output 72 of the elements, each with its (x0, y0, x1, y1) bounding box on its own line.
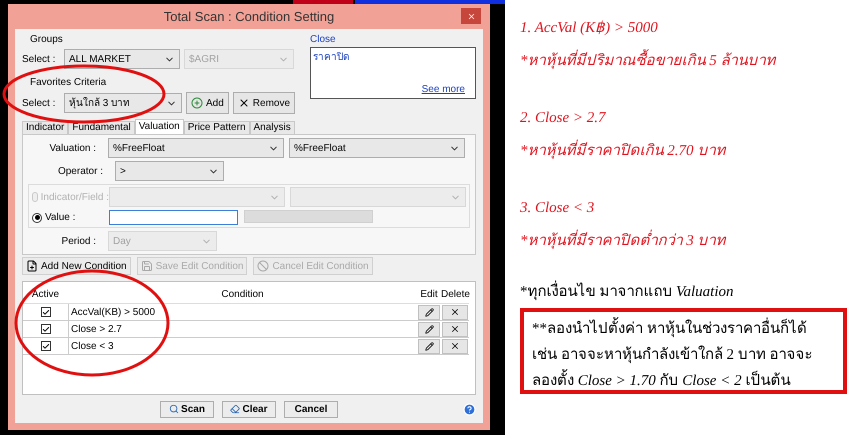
add-icon (26, 260, 38, 272)
footer-button[interactable]: Scan (160, 400, 214, 418)
source-note: *ทุกเงื่อนไข มาจากแถบ Valuation (520, 281, 850, 304)
favorites-label: Favorites Criteria (30, 76, 108, 90)
pencil-icon (424, 342, 434, 350)
valuation-select[interactable]: %FreeFloat (108, 138, 284, 158)
delete-icon (450, 307, 460, 317)
select-label: Select : (22, 96, 56, 110)
column-header: Active (30, 288, 60, 302)
edit-button[interactable] (418, 304, 440, 320)
radio-button[interactable] (32, 212, 42, 222)
note-detail: *หาหุ้นที่มีราคาปิดต่ำกว่า 3 บาท (520, 230, 850, 252)
condition-cell: Close > 2.7 (68, 321, 417, 337)
help-icon[interactable] (463, 402, 476, 416)
valuation-select[interactable]: %FreeFloat (289, 138, 465, 158)
tab[interactable]: Analysis (250, 121, 295, 134)
delete-button[interactable] (442, 338, 468, 354)
note-detail: *หาหุ้นที่มีราคาปิดเกิน 2.70 บาท (520, 140, 850, 162)
edit-button[interactable] (418, 322, 440, 336)
valuation-label: Valuation : (48, 142, 97, 156)
header-strip (293, 0, 353, 4)
tab[interactable]: Price Pattern (184, 121, 250, 134)
condition-cell: Close < 3 (68, 338, 417, 354)
add-button[interactable]: Add (186, 92, 229, 114)
period-label: Period : (60, 234, 97, 248)
delete-icon (450, 341, 460, 351)
footer-button[interactable]: Cancel (284, 400, 338, 418)
column-header: Delete (441, 288, 469, 302)
scan-icon (169, 404, 180, 414)
groups-label: Groups (30, 33, 64, 47)
description-text: ราคาปิด (313, 52, 349, 63)
source-label: Value : (45, 211, 76, 225)
window-title: Total Scan : Condition Setting (164, 8, 334, 26)
checkbox[interactable] (40, 341, 50, 351)
plus-icon (191, 97, 203, 109)
tab[interactable]: Valuation (134, 119, 184, 134)
save-icon (140, 260, 153, 272)
group-select[interactable]: ALL MARKET (64, 49, 180, 69)
remove-icon (238, 97, 250, 109)
close-icon (466, 12, 476, 20)
remove-button[interactable]: Remove (232, 92, 296, 114)
value-input[interactable] (109, 210, 238, 225)
cancel-icon (257, 260, 270, 272)
source-label: Indicator/Field : (40, 190, 109, 204)
close-button[interactable] (461, 8, 481, 24)
delete-icon (450, 324, 460, 334)
column-header: Condition (220, 288, 265, 302)
operator-label: Operator : (56, 164, 104, 178)
condition-button[interactable]: Add New Condition (22, 257, 131, 275)
tab[interactable]: Indicator (22, 121, 68, 134)
column-header: Edit (419, 288, 439, 302)
favorites-select[interactable]: หุ้นใกล้ 3 บาท (64, 93, 182, 113)
description-title: Close (310, 33, 337, 47)
delete-button[interactable] (442, 322, 468, 336)
field-select[interactable] (290, 187, 466, 207)
note-heading: 1. AccVal (K฿) > 5000 (520, 19, 659, 38)
note-detail: *หาหุ้นที่มีปริมาณซื้อขายเกิน 5 ล้านบาท (520, 50, 850, 72)
clear-icon (230, 404, 240, 414)
checkbox[interactable] (40, 307, 50, 317)
see-more-link[interactable]: See more (422, 82, 465, 97)
tip-text: **ลองนำไปตั้งค่า หาหุ้นในช่วงราคาอื่นก็ได้ เช่น อาจจะหาหุ้นกำลังเข้าใกล้ 2 บาท อาจจะลองตั้ง Close > 1.70 กับ Close < 2 เป็นต้น (532, 316, 835, 394)
select-label: Select : (22, 52, 56, 66)
note-heading: 2. Close > 2.7 (520, 109, 607, 128)
pencil-icon (424, 324, 434, 334)
footer-button[interactable]: Clear (222, 400, 276, 418)
checkbox[interactable] (40, 324, 50, 334)
pencil-icon (424, 308, 434, 316)
edit-button[interactable] (418, 338, 440, 354)
delete-button[interactable] (442, 304, 468, 320)
operator-select[interactable]: > (115, 161, 224, 181)
condition-cell: AccVal(KB) > 5000 (68, 304, 417, 320)
note-heading: 3. Close < 3 (520, 199, 596, 218)
